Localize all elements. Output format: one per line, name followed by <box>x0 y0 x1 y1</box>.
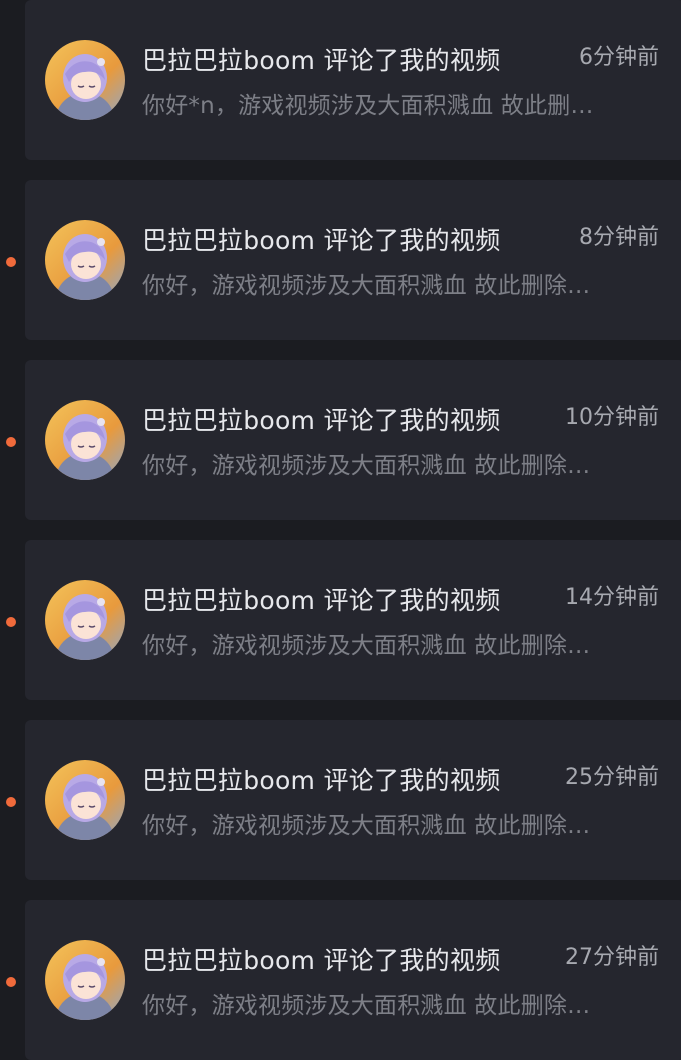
notification-preview: 你好*n，游戏视频涉及大面积溅血 故此删… <box>142 93 594 119</box>
unread-dot-icon <box>6 617 16 627</box>
notification-title: 巴拉巴拉boom 评论了我的视频 <box>142 46 501 75</box>
notification-time: 25分钟前 <box>565 765 659 790</box>
notification-card[interactable]: 巴拉巴拉boom 评论了我的视频 10分钟前 你好，游戏视频涉及大面积溅血 故此… <box>6 360 681 520</box>
notification-card[interactable]: 巴拉巴拉boom 评论了我的视频 14分钟前 你好，游戏视频涉及大面积溅血 故此… <box>6 540 681 700</box>
notification-time: 6分钟前 <box>579 45 659 70</box>
timeline-rail <box>0 0 24 1054</box>
notification-time: 8分钟前 <box>579 225 659 250</box>
notification-card[interactable]: 巴拉巴拉boom 评论了我的视频 27分钟前 你好，游戏视频涉及大面积溅血 故此… <box>6 900 681 1060</box>
notification-preview: 你好，游戏视频涉及大面积溅血 故此删除… <box>142 633 591 659</box>
notification-preview: 你好，游戏视频涉及大面积溅血 故此删除… <box>142 993 591 1019</box>
notification-title: 巴拉巴拉boom 评论了我的视频 <box>142 586 501 615</box>
anime-girl-avatar-icon[interactable] <box>45 220 125 300</box>
notification-title: 巴拉巴拉boom 评论了我的视频 <box>142 406 501 435</box>
anime-girl-avatar-icon[interactable] <box>45 400 125 480</box>
notification-preview: 你好，游戏视频涉及大面积溅血 故此删除… <box>142 453 591 479</box>
unread-dot-icon <box>6 797 16 807</box>
anime-girl-avatar-icon[interactable] <box>45 40 125 120</box>
notification-card[interactable]: 巴拉巴拉boom 评论了我的视频 6分钟前 你好*n，游戏视频涉及大面积溅血 故… <box>25 0 681 160</box>
unread-dot-icon <box>6 977 16 987</box>
unread-dot-icon <box>6 257 16 267</box>
unread-dot-icon <box>6 437 16 447</box>
notification-title: 巴拉巴拉boom 评论了我的视频 <box>142 766 501 795</box>
notification-card[interactable]: 巴拉巴拉boom 评论了我的视频 25分钟前 你好，游戏视频涉及大面积溅血 故此… <box>6 720 681 880</box>
notification-preview: 你好，游戏视频涉及大面积溅血 故此删除… <box>142 813 591 839</box>
notification-preview: 你好，游戏视频涉及大面积溅血 故此删除… <box>142 273 591 299</box>
notification-title: 巴拉巴拉boom 评论了我的视频 <box>142 946 501 975</box>
notification-card[interactable]: 巴拉巴拉boom 评论了我的视频 8分钟前 你好，游戏视频涉及大面积溅血 故此删… <box>6 180 681 340</box>
notification-time: 14分钟前 <box>565 585 659 610</box>
notification-time: 27分钟前 <box>565 945 659 970</box>
notification-title: 巴拉巴拉boom 评论了我的视频 <box>142 226 501 255</box>
anime-girl-avatar-icon[interactable] <box>45 760 125 840</box>
notification-time: 10分钟前 <box>565 405 659 430</box>
anime-girl-avatar-icon[interactable] <box>45 940 125 1020</box>
anime-girl-avatar-icon[interactable] <box>45 580 125 660</box>
